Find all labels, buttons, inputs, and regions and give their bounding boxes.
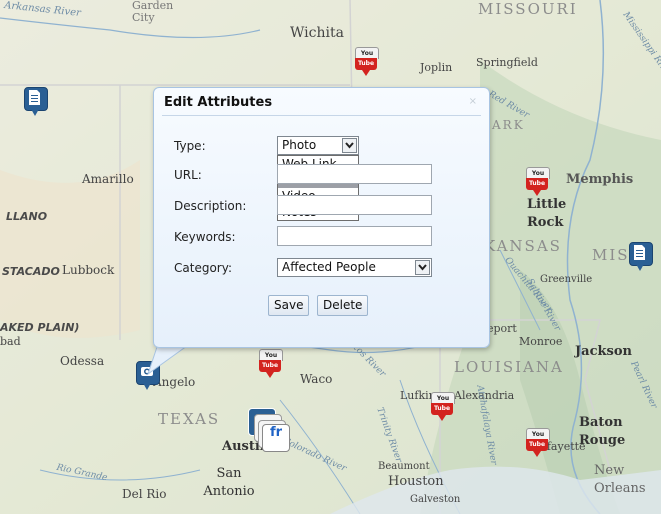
youtube-marker-memphis[interactable]: You Tube bbox=[526, 167, 550, 197]
close-icon[interactable]: × bbox=[469, 96, 477, 107]
chevron-down-icon bbox=[415, 260, 430, 275]
region-estacado: STACADO bbox=[2, 265, 60, 278]
state-label-arkansas: ARK bbox=[492, 118, 525, 132]
state-label-arkansas-2: KANSAS bbox=[484, 237, 562, 255]
city-odessa: Odessa bbox=[60, 354, 105, 368]
state-label-louisiana: LOUISIANA bbox=[454, 358, 564, 376]
city-new-orleans: New Orleans bbox=[594, 463, 646, 496]
state-label-mississippi: MIS bbox=[592, 246, 630, 264]
region-staked-plain: AKED PLAIN) bbox=[0, 321, 80, 334]
chevron-down-icon bbox=[342, 138, 357, 153]
city-memphis: Memphis bbox=[566, 172, 634, 187]
city-beaumont: Beaumont bbox=[378, 461, 430, 472]
city-little-rock: Little Rock bbox=[527, 197, 567, 230]
save-button[interactable]: Save bbox=[268, 295, 310, 316]
note-marker-left[interactable] bbox=[24, 87, 48, 117]
city-amarillo: Amarillo bbox=[82, 172, 134, 186]
note-marker-right[interactable] bbox=[629, 242, 653, 272]
youtube-marker-lafayette[interactable]: You Tube bbox=[526, 428, 550, 458]
state-label-missouri: MISSOURI bbox=[478, 0, 578, 18]
city-joplin: Joplin bbox=[420, 61, 453, 74]
city-houston: Houston bbox=[388, 474, 444, 489]
type-label: Type: bbox=[174, 139, 206, 153]
city-monroe: Monroe bbox=[519, 335, 563, 348]
url-label: URL: bbox=[174, 168, 202, 182]
description-field[interactable] bbox=[277, 195, 432, 215]
delete-button[interactable]: Delete bbox=[317, 295, 369, 316]
flickr-icon: fr bbox=[262, 424, 290, 452]
city-garden-city: Garden City bbox=[132, 0, 174, 24]
edit-attributes-dialog: Edit Attributes × Type: Photo Web Link P… bbox=[153, 87, 490, 348]
city-jackson: Jackson bbox=[575, 344, 632, 359]
city-lubbock: Lubbock bbox=[62, 263, 115, 277]
city-bad: bad bbox=[0, 335, 21, 348]
category-label: Category: bbox=[174, 261, 232, 275]
city-san-antonio: San Antonio bbox=[203, 466, 255, 499]
city-galveston: Galveston bbox=[410, 494, 461, 505]
state-label-texas: TEXAS bbox=[158, 410, 221, 428]
youtube-marker-wichita[interactable]: You Tube bbox=[355, 47, 379, 77]
keywords-label: Keywords: bbox=[174, 230, 236, 244]
title-divider bbox=[162, 115, 481, 116]
document-icon bbox=[634, 245, 645, 260]
youtube-marker-waco[interactable]: You Tube bbox=[259, 349, 283, 379]
dialog-title: Edit Attributes bbox=[164, 95, 273, 110]
youtube-marker-lufkin[interactable]: You Tube bbox=[431, 392, 455, 422]
city-del-rio: Del Rio bbox=[122, 487, 167, 501]
city-baton-rouge: Baton Rouge bbox=[579, 415, 626, 448]
city-greenville: Greenville bbox=[540, 274, 593, 285]
keywords-field[interactable] bbox=[277, 226, 432, 246]
city-springfield: Springfield bbox=[476, 56, 538, 69]
category-select[interactable]: Affected People bbox=[277, 258, 432, 277]
city-shreveport: eport bbox=[487, 322, 517, 335]
flickr-cluster-marker[interactable]: fr bbox=[248, 408, 290, 452]
city-waco: Waco bbox=[300, 372, 333, 386]
url-field[interactable] bbox=[277, 164, 432, 184]
type-select[interactable]: Photo bbox=[277, 136, 359, 155]
city-wichita: Wichita bbox=[290, 25, 344, 41]
region-llano: LLANO bbox=[6, 210, 48, 223]
document-icon bbox=[29, 90, 40, 105]
description-label: Description: bbox=[174, 199, 247, 213]
